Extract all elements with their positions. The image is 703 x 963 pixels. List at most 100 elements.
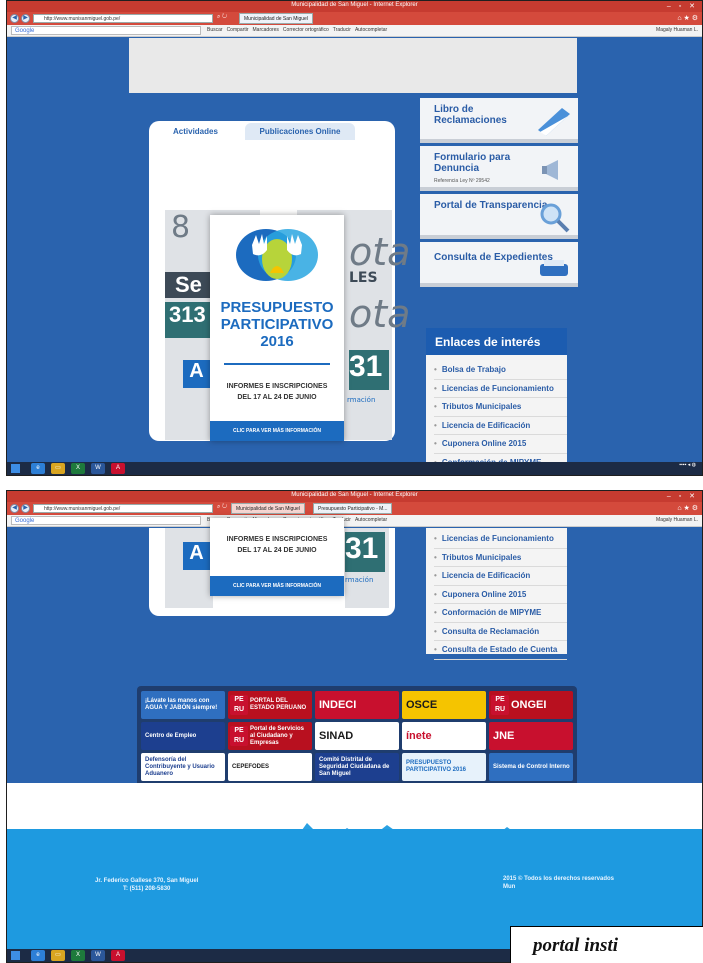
ie-home-gear-icons[interactable]: ⌂ ★ ⚙ (677, 504, 698, 512)
institutional-banner[interactable]: CEPEFODES (228, 753, 312, 781)
address-search-icon[interactable]: ⌕ ↻ (217, 14, 227, 21)
enlace-item[interactable]: Cuponera Online 2015 (434, 586, 567, 604)
banner-label: ONGEI (511, 698, 547, 711)
institutional-banner[interactable]: PRESUPUESTO PARTICIPATIVO 2016 (402, 753, 486, 781)
tab-actividades[interactable]: Actividades (173, 127, 218, 136)
promo-info: INFORMES E INSCRIPCIONES DEL 17 AL 24 DE… (226, 383, 328, 401)
browser-navbar: ◀ ▶ http://www.munisanmiguel.gob.pe/ ⌕ ↻… (7, 502, 702, 515)
quick-links: Libro de Reclamaciones Formulario para D… (420, 98, 578, 290)
banner-label: PRESUPUESTO PARTICIPATIVO 2016 (406, 760, 467, 773)
toolbar-items[interactable]: BuscarCompartirMarcadoresCorrector ortog… (207, 27, 391, 33)
browser-tab-presupuesto[interactable]: Presupuesto Participativo - M... (313, 503, 393, 514)
enlace-item[interactable]: Licencias de Funcionamiento (434, 380, 567, 398)
word-taskbar-icon[interactable]: W (91, 463, 105, 474)
enlaces-title: Enlaces de interés (426, 328, 567, 355)
address-bar[interactable]: http://www.munisanmiguel.gob.pe/ (33, 504, 213, 513)
promo-more-info-button[interactable]: CLIC PARA VER MÁS INFORMACIÓN (210, 576, 344, 596)
excel-taskbar-icon[interactable]: X (71, 950, 85, 961)
enlace-item[interactable]: Cuponera Online 2015 (434, 435, 567, 454)
promo-more-info-button[interactable]: CLIC PARA VER MÁS INFORMACIÓN (210, 421, 344, 441)
presupuesto-participativo-promo[interactable]: PRESUPUESTO PARTICIPATIVO 2016 INFORMES … (210, 215, 344, 441)
enlaces-de-interes: Licencias de Funcionamiento Tributos Mun… (426, 528, 567, 660)
tab-publicaciones[interactable]: Publicaciones Online (245, 123, 355, 140)
toolbar-user[interactable]: Magaly Huaman L. (656, 517, 698, 523)
institutional-banner[interactable]: Defensoría del Contribuyente y Usuario A… (141, 753, 225, 781)
start-icon[interactable] (11, 464, 20, 473)
address-search-icon[interactable]: ⌕ ↻ (217, 504, 227, 511)
window-controls[interactable]: – ▫ ✕ (667, 492, 698, 500)
start-icon[interactable] (11, 951, 20, 960)
web-page: A 31 rmación INFORMES E INSCRIPCIONES DE… (7, 518, 702, 962)
back-button[interactable]: ◀ (10, 14, 19, 23)
banner-label: INDECI (319, 698, 357, 711)
document-caption: portal insti (510, 926, 703, 963)
banner-label: Defensoría del Contribuyente y Usuario A… (145, 756, 215, 777)
peru-flag-icon: PE RU (230, 695, 248, 715)
window-title: Municipalidad de San Miguel - Internet E… (291, 2, 418, 8)
banner-label: Portal de Servicios al Ciudadano y Empre… (250, 725, 305, 746)
consulta-expedientes-link[interactable]: Consulta de Expedientes (420, 242, 578, 287)
web-page: Actividades Publicaciones Online 8 Se 31… (7, 38, 702, 475)
participation-hands-logo (236, 229, 318, 281)
banner-label: Centro de Empleo (145, 732, 197, 739)
forward-button[interactable]: ▶ (21, 14, 30, 23)
enlace-item[interactable]: Tributos Municipales (434, 398, 567, 417)
word-taskbar-icon[interactable]: W (91, 950, 105, 961)
enlace-item[interactable]: Tributos Municipales (434, 549, 567, 567)
institutional-banner[interactable]: ínete (402, 722, 486, 750)
banner-label: JNE (493, 729, 515, 742)
enlace-item[interactable]: Licencia de Edificación (434, 417, 567, 435)
presupuesto-participativo-promo[interactable]: INFORMES E INSCRIPCIONES DEL 17 AL 24 DE… (210, 518, 344, 596)
folder-taskbar-icon[interactable]: ▭ (51, 950, 65, 961)
acrobat-taskbar-icon[interactable]: A (111, 950, 125, 961)
banner-label: CEPEFODES (232, 763, 270, 770)
window-titlebar: Municipalidad de San Miguel - Internet E… (7, 491, 702, 502)
enlace-item[interactable]: Consulta de Estado de Cuenta (434, 641, 567, 660)
screenshot-top: Municipalidad de San Miguel - Internet E… (6, 0, 703, 476)
acrobat-taskbar-icon[interactable]: A (111, 463, 125, 474)
institutional-banner[interactable]: ¡Lávate las manos con AGUA Y JABÓN siemp… (141, 691, 225, 719)
google-search-input[interactable]: Google (11, 26, 201, 35)
enlace-item[interactable]: Conformación de MIPYME (434, 604, 567, 623)
system-tray-clock[interactable]: ▪▪▪▪ ◂ ◍ (679, 463, 696, 468)
institutional-banner[interactable]: Sistema de Control Interno (489, 753, 573, 781)
address-bar[interactable]: http://www.munisanmiguel.gob.pe/ (33, 14, 213, 23)
folder-taskbar-icon[interactable]: ▭ (51, 463, 65, 474)
toolbar-user[interactable]: Magaly Huaman L. (656, 27, 698, 33)
institutional-banner[interactable]: PE RU ONGEI (489, 691, 573, 719)
browser-tab-home[interactable]: Municipalidad de San Miguel (239, 13, 313, 24)
promo-title: PRESUPUESTO PARTICIPATIVO 2016 (220, 299, 334, 350)
institutional-banner[interactable]: PE RU PORTAL DEL ESTADO PERUANO (228, 691, 312, 719)
enlace-item[interactable]: Licencia de Edificación (434, 567, 567, 586)
slide-left[interactable]: A (165, 528, 213, 608)
forward-button[interactable]: ▶ (21, 504, 30, 513)
institutional-banner[interactable]: PE RU Portal de Servicios al Ciudadano y … (228, 722, 312, 750)
enlace-item[interactable]: Consulta de Reclamación (434, 623, 567, 641)
browser-tab-home[interactable]: Municipalidad de San Miguel (231, 503, 305, 514)
ie-taskbar-icon[interactable]: e (31, 950, 45, 961)
slide-right[interactable]: 31 rmación (345, 528, 389, 608)
enlace-item[interactable]: Bolsa de Trabajo (434, 361, 567, 380)
institutional-banner[interactable]: INDECI (315, 691, 399, 719)
ie-home-gear-icons[interactable]: ⌂ ★ ⚙ (677, 14, 698, 22)
institutional-banner[interactable]: OSCE (402, 691, 486, 719)
banner-label: Sistema de Control Interno (493, 763, 570, 770)
banner-label: ¡Lávate las manos con AGUA Y JABÓN siemp… (145, 698, 218, 711)
formulario-denuncia-link[interactable]: Formulario para Denuncia Referencia Ley … (420, 146, 578, 191)
window-titlebar: Municipalidad de San Miguel - Internet E… (7, 1, 702, 12)
portal-transparencia-link[interactable]: Portal de Transparencia (420, 194, 578, 239)
institutional-banner[interactable]: Centro de Empleo (141, 722, 225, 750)
back-button[interactable]: ◀ (10, 504, 19, 513)
window-controls[interactable]: – ▫ ✕ (667, 2, 698, 10)
google-search-input[interactable]: Google (11, 516, 201, 525)
ie-taskbar-icon[interactable]: e (31, 463, 45, 474)
excel-taskbar-icon[interactable]: X (71, 463, 85, 474)
enlace-item[interactable]: Licencias de Funcionamiento (434, 530, 567, 549)
footer-address: Jr. Federico Gallese 370, San Miguel T: … (95, 878, 199, 892)
institutional-banner[interactable]: SINAD (315, 722, 399, 750)
megaphone-icon (542, 160, 558, 180)
institutional-banner[interactable]: Comité Distrital de Seguridad Ciudadana … (315, 753, 399, 781)
institutional-banner[interactable]: JNE (489, 722, 573, 750)
banner-label: OSCE (406, 698, 438, 711)
libro-reclamaciones-link[interactable]: Libro de Reclamaciones (420, 98, 578, 143)
